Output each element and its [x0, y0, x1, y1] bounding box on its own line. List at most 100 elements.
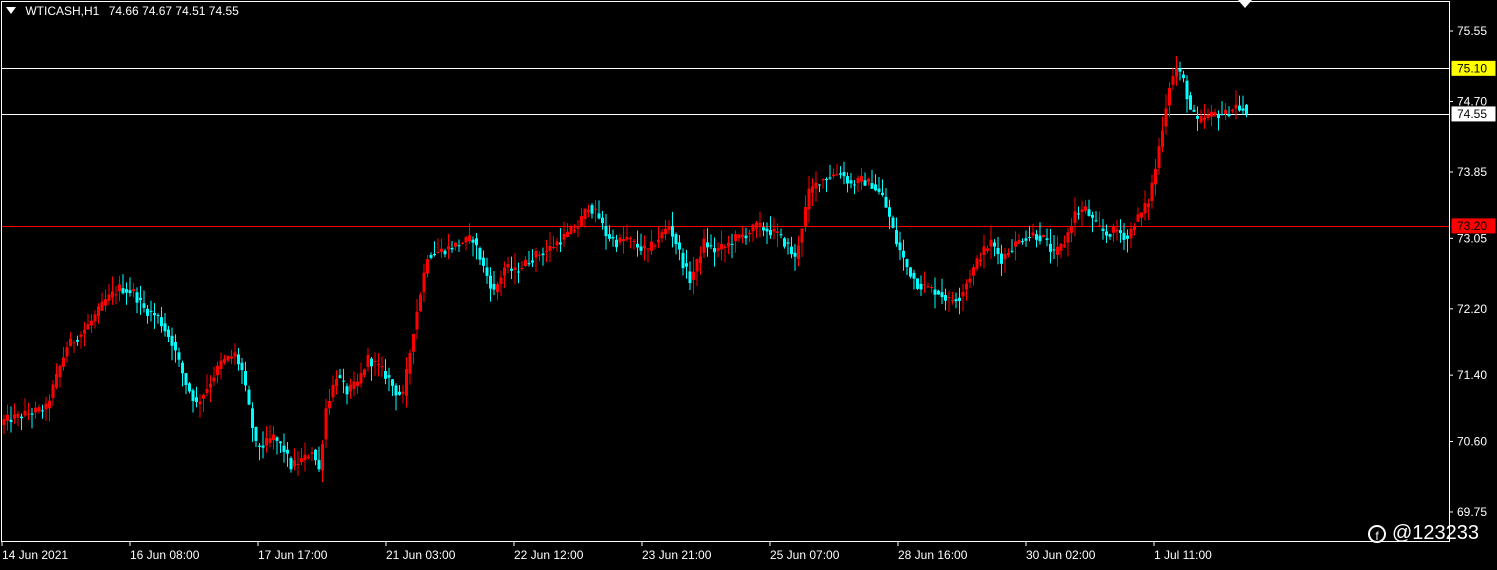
candle-body [629, 237, 632, 239]
candle-body [86, 324, 90, 330]
candle-body [20, 416, 23, 419]
candle-body [874, 184, 877, 191]
chart-shift-marker-icon[interactable] [1238, 0, 1252, 8]
candle-body [1014, 241, 1017, 247]
price-tag-label: 73.20 [1457, 219, 1487, 233]
candle-body [1010, 250, 1014, 252]
candle-body [286, 449, 289, 454]
candle-body [1112, 226, 1115, 233]
candle-body [902, 250, 905, 258]
candle-body [891, 217, 895, 228]
candle-body [1073, 211, 1077, 224]
candle-body [107, 294, 111, 301]
y-tick-label: 71.40 [1457, 368, 1487, 382]
candle-body [524, 259, 527, 266]
candle-body [545, 251, 548, 253]
candle-body [34, 407, 37, 413]
candle-body [111, 291, 114, 298]
candle-body [1182, 74, 1185, 79]
candle-body [594, 208, 597, 210]
candle-body [55, 373, 58, 388]
candle-body [972, 267, 975, 276]
candle-body [646, 248, 650, 250]
candle-body [216, 365, 219, 376]
candle-body [244, 371, 247, 386]
candle-body [758, 222, 762, 226]
candle-body [856, 177, 860, 184]
candle-body [240, 362, 244, 371]
candle-body [1178, 68, 1182, 72]
candle-body [1220, 113, 1224, 116]
candle-body [1133, 226, 1136, 231]
candle-body [296, 463, 300, 465]
candle-body [688, 271, 692, 284]
candle-body [825, 178, 828, 181]
symbol-menu-icon[interactable] [6, 7, 16, 15]
candle-body [510, 268, 513, 271]
candle-body [678, 242, 681, 250]
candle-body [919, 283, 923, 290]
candle-body [230, 356, 233, 359]
candle-body [149, 310, 153, 312]
candle-body [268, 438, 272, 443]
candle-body [352, 381, 356, 389]
candle-body [356, 381, 359, 387]
y-tick-label: 73.85 [1457, 165, 1487, 179]
candle-body [608, 234, 611, 239]
candle-body [51, 384, 55, 398]
candle-body [846, 176, 849, 184]
candle-body [1101, 228, 1105, 232]
candle-body [870, 183, 874, 189]
candle-body [429, 254, 433, 258]
candle-body [975, 258, 979, 269]
x-tick-label: 28 Jun 16:00 [898, 548, 968, 562]
candle-body [1038, 235, 1042, 242]
candle-body [48, 400, 51, 409]
candle-body [1164, 108, 1168, 127]
candle-body [881, 192, 884, 195]
candle-body [968, 278, 972, 283]
price-tag-75-10: 75.10 [1451, 60, 1496, 76]
candle-body [898, 242, 902, 251]
candle-body [37, 407, 41, 412]
candle-body [16, 413, 20, 418]
candle-body [1210, 111, 1213, 117]
y-tick-label: 70.60 [1457, 434, 1487, 448]
candle-body [506, 264, 510, 268]
y-tick-label: 69.75 [1457, 505, 1487, 519]
candle-body [44, 403, 48, 410]
candle-body [653, 245, 657, 247]
candle-body [489, 275, 492, 289]
candle-body [261, 445, 265, 448]
candle-body [212, 377, 216, 382]
candle-body [916, 278, 919, 289]
candle-body [209, 383, 212, 388]
candle-body [471, 239, 475, 243]
candle-body [163, 323, 167, 332]
candle-body [520, 268, 524, 270]
candle-body [643, 245, 646, 249]
candle-body [139, 297, 142, 301]
candle-body [1059, 243, 1063, 251]
candle-body [1196, 116, 1199, 119]
candle-body [790, 246, 793, 255]
candle-body [1168, 87, 1171, 106]
candle-body [800, 228, 804, 243]
candle-body [706, 242, 709, 248]
candle-body [615, 239, 618, 248]
candle-body [905, 259, 909, 268]
candle-body [237, 354, 240, 365]
price-axis: 75.5574.7073.8573.0572.2071.4070.6069.75 [1449, 24, 1487, 519]
candle-body [1154, 168, 1157, 185]
candle-body [219, 360, 223, 369]
plot-frame [1, 1, 1450, 542]
candle-body [779, 234, 783, 236]
candle-body [723, 246, 727, 249]
candle-body [604, 225, 608, 237]
x-tick-label: 14 Jun 2021 [2, 548, 68, 562]
candle-body [97, 306, 100, 317]
candle-body [769, 230, 772, 236]
candle-body [716, 248, 720, 251]
candle-body [569, 227, 573, 235]
candle-body [751, 224, 755, 232]
